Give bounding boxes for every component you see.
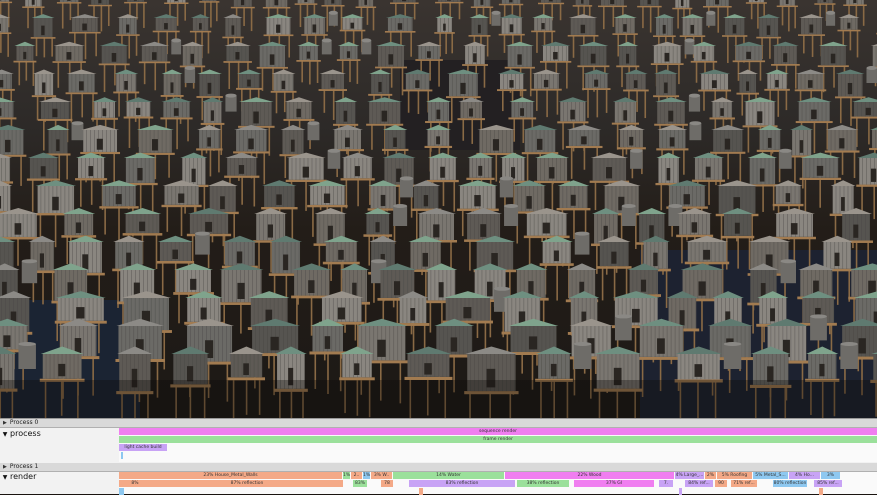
render-subtask-bar[interactable]: 85% ref...: [814, 480, 842, 487]
process-1-header[interactable]: ▶Process 1: [0, 463, 877, 472]
render-task-bar[interactable]: 4% Ho...: [789, 472, 820, 479]
render-subtask-bar[interactable]: 87% reflection: [151, 480, 343, 487]
stilt-village-render-image: [0, 0, 877, 418]
render-subtask-bar[interactable]: 71% ref...: [731, 480, 757, 487]
render-detail-bar[interactable]: [819, 488, 823, 495]
render-subtask-bar[interactable]: 84% ref...: [685, 480, 713, 487]
render-task-bar[interactable]: 2..: [351, 472, 362, 479]
process-0-title: Process 0: [10, 419, 39, 426]
render-task-bar[interactable]: 2%: [705, 472, 716, 479]
render-viewport: [0, 0, 877, 418]
render-task-bar[interactable]: 22% Wood: [505, 472, 674, 479]
process-0-header[interactable]: ▶Process 0: [0, 419, 877, 428]
render-lane[interactable]: 23% House_Metal_Walls1%2..1%3% W..14% Wa…: [119, 472, 877, 494]
expand-triangle-icon[interactable]: ▶: [3, 463, 7, 471]
render-subtask-bar[interactable]: 80% reflection: [773, 480, 807, 487]
process-row-label[interactable]: ▼process: [0, 429, 118, 440]
render-task-bar[interactable]: 14% Water: [393, 472, 504, 479]
process-0-lane[interactable]: sequence render frame render light cache…: [119, 428, 877, 462]
render-task-bar[interactable]: 1%: [363, 472, 370, 479]
render-subtask-bar[interactable]: 38% reflection: [517, 480, 569, 487]
render-task-bar[interactable]: 4% Large_...: [675, 472, 704, 479]
sequence-render-bar[interactable]: sequence render: [119, 428, 877, 435]
render-row-label-text: render: [10, 472, 36, 481]
render-task-bar[interactable]: 3% W..: [371, 472, 392, 479]
render-subtask-bar[interactable]: 90: [715, 480, 727, 487]
frame-render-bar[interactable]: frame render: [119, 436, 877, 443]
process-row-label-text: process: [10, 429, 41, 438]
light-cache-build-bar[interactable]: light cache build: [119, 444, 167, 451]
render-subtask-bar[interactable]: 8%: [119, 480, 151, 487]
render-task-bar[interactable]: 23% House_Metal_Walls: [119, 472, 342, 479]
render-detail-bar[interactable]: [419, 488, 423, 495]
render-task-bar[interactable]: 5% Roofing: [717, 472, 752, 479]
render-task-bar[interactable]: 5% Metal_S...: [753, 472, 788, 479]
render-detail-bar[interactable]: [119, 488, 124, 495]
render-task-bar[interactable]: 1%: [343, 472, 350, 479]
render-detail-bar[interactable]: [679, 488, 682, 495]
render-task-bar[interactable]: 3%: [821, 472, 840, 479]
tiny-task-bar[interactable]: [121, 452, 123, 459]
render-row-label[interactable]: ▼render: [0, 472, 118, 483]
render-subtask-bar[interactable]: 78: [381, 480, 393, 487]
render-subtask-bar[interactable]: 7.: [659, 480, 673, 487]
process-1-title: Process 1: [10, 463, 39, 470]
render-subtask-bar[interactable]: 83%: [353, 480, 367, 487]
render-subtask-bar[interactable]: 37% GI: [574, 480, 654, 487]
collapse-triangle-icon[interactable]: ▼: [0, 473, 10, 483]
expand-triangle-icon[interactable]: ▶: [3, 419, 7, 427]
profiler-timeline-panel[interactable]: ▶Process 0 ▼process sequence render fram…: [0, 418, 877, 494]
render-subtask-bar[interactable]: 83% reflection: [409, 480, 515, 487]
collapse-triangle-icon[interactable]: ▼: [0, 430, 10, 440]
